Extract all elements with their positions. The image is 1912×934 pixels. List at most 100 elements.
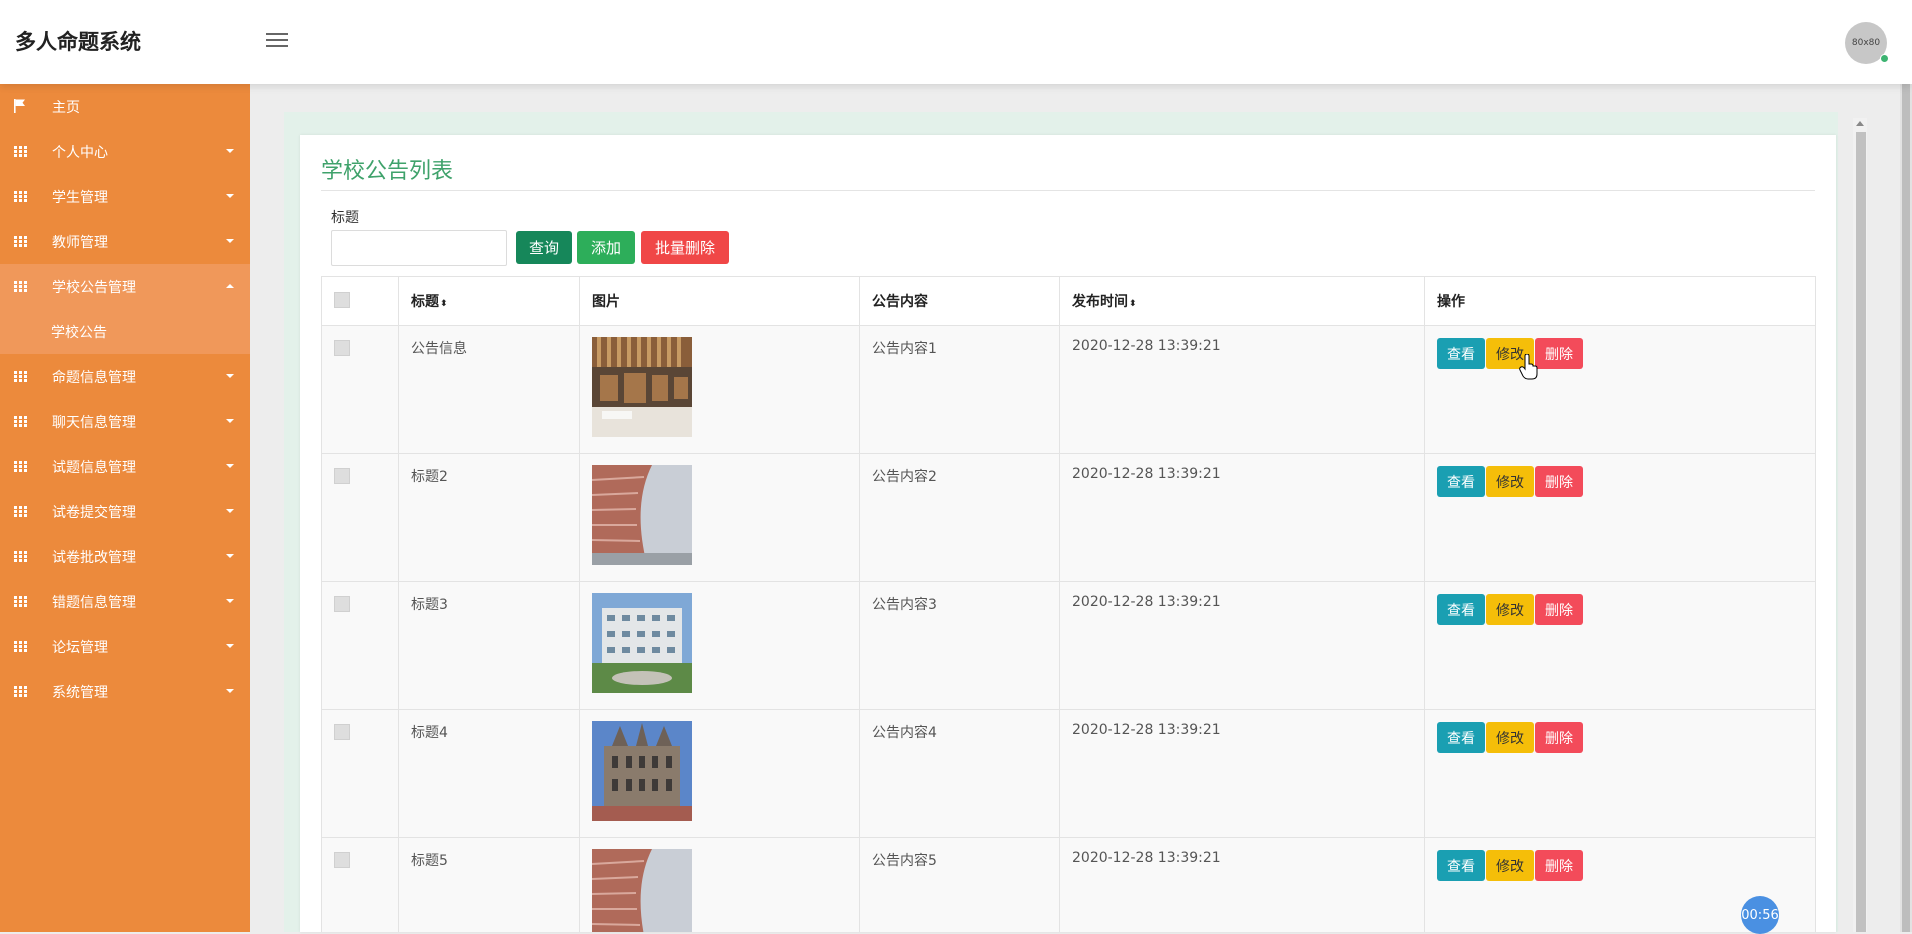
announcement-list-card: 学校公告列表 标题 查询 添加 批量删除 标题⬍ 图片 公告内容 发布时间⬍ 操…: [300, 135, 1836, 932]
grid-icon: [14, 641, 27, 652]
library-interior-image[interactable]: [592, 337, 692, 437]
sidebar-item-label: 试卷批改管理: [52, 549, 136, 566]
sidebar-item-students[interactable]: 学生管理: [0, 174, 250, 219]
add-button[interactable]: 添加: [577, 231, 635, 264]
chevron-down-icon: [226, 644, 234, 648]
menu-toggle-icon[interactable]: [266, 30, 288, 52]
sidebar-subitem-school-announcement[interactable]: 学校公告: [0, 309, 250, 354]
edit-button[interactable]: 修改: [1486, 466, 1534, 497]
chevron-down-icon: [226, 419, 234, 423]
time-cell: 2020-12-28 13:39:21: [1059, 709, 1425, 838]
select-all-header: [321, 276, 399, 326]
scroll-thumb[interactable]: [1856, 132, 1866, 932]
title-divider: [321, 190, 1815, 191]
sidebar-item-forum[interactable]: 论坛管理: [0, 624, 250, 669]
delete-button[interactable]: 删除: [1535, 722, 1583, 753]
chevron-down-icon: [226, 464, 234, 468]
scroll-up-arrow-icon[interactable]: [1856, 121, 1864, 126]
timer-badge: 00:56: [1741, 896, 1779, 934]
sort-icon: ⬍: [1129, 299, 1137, 309]
search-title-input[interactable]: [331, 230, 507, 266]
grid-icon: [14, 596, 27, 607]
sidebar-item-system[interactable]: 系统管理: [0, 669, 250, 714]
flag-icon: [14, 99, 25, 113]
sidebar-item-personal-center[interactable]: 个人中心: [0, 129, 250, 174]
view-button[interactable]: 查看: [1437, 722, 1485, 753]
view-button[interactable]: 查看: [1437, 466, 1485, 497]
grid-icon: [14, 551, 27, 562]
title-cell: 标题3: [398, 581, 580, 710]
edit-button[interactable]: 修改: [1486, 850, 1534, 881]
sidebar-item-paper-grading[interactable]: 试卷批改管理: [0, 534, 250, 579]
time-cell: 2020-12-28 13:39:21: [1059, 453, 1425, 582]
query-button[interactable]: 查询: [516, 231, 572, 264]
sidebar-item-label: 个人中心: [52, 144, 108, 161]
grid-icon: [14, 686, 27, 697]
page-title: 学校公告列表: [321, 159, 454, 184]
content-cell: 公告内容4: [859, 709, 1060, 838]
title-cell: 标题5: [398, 837, 580, 932]
content-scrollbar[interactable]: [1853, 118, 1867, 932]
sidebar-item-wrong-questions[interactable]: 错题信息管理: [0, 579, 250, 624]
column-header-title[interactable]: 标题⬍: [398, 276, 580, 326]
delete-button[interactable]: 删除: [1535, 466, 1583, 497]
time-cell: 2020-12-28 13:39:21: [1059, 325, 1425, 454]
sidebar-item-chat-info[interactable]: 聊天信息管理: [0, 399, 250, 444]
column-header-image: 图片: [579, 276, 860, 326]
select-all-checkbox[interactable]: [334, 292, 350, 308]
content-cell: 公告内容5: [859, 837, 1060, 932]
table-row: 标题2 公告内容2 2020-12-28 13:39:21 查看 修改 删除: [321, 453, 1816, 582]
delete-button[interactable]: 删除: [1535, 594, 1583, 625]
sidebar: 主页 个人中心 学生管理 教师管理 学校公告管理 学校公告 命题信息管理 聊天信…: [0, 84, 250, 932]
column-header-actions: 操作: [1424, 276, 1816, 326]
title-cell: 标题4: [398, 709, 580, 838]
delete-button[interactable]: 删除: [1535, 850, 1583, 881]
sidebar-item-label: 聊天信息管理: [52, 414, 136, 431]
sidebar-item-announcements[interactable]: 学校公告管理: [0, 264, 250, 309]
row-checkbox[interactable]: [334, 596, 350, 612]
chevron-down-icon: [226, 194, 234, 198]
sidebar-item-proposition-info[interactable]: 命题信息管理: [0, 354, 250, 399]
grid-icon: [14, 146, 27, 157]
content-cell: 公告内容2: [859, 453, 1060, 582]
sidebar-item-paper-submission[interactable]: 试卷提交管理: [0, 489, 250, 534]
sidebar-item-teachers[interactable]: 教师管理: [0, 219, 250, 264]
column-header-time[interactable]: 发布时间⬍: [1059, 276, 1425, 326]
sidebar-item-question-info[interactable]: 试题信息管理: [0, 444, 250, 489]
table-header-row: 标题⬍ 图片 公告内容 发布时间⬍ 操作: [321, 276, 1816, 326]
row-checkbox[interactable]: [334, 852, 350, 868]
row-select-cell: [321, 581, 399, 710]
sidebar-item-home[interactable]: 主页: [0, 84, 250, 129]
sidebar-item-label: 系统管理: [52, 684, 108, 701]
edit-button[interactable]: 修改: [1486, 594, 1534, 625]
title-cell: 公告信息: [398, 325, 580, 454]
sidebar-item-label: 错题信息管理: [52, 594, 136, 611]
table-row: 标题3 公告内容3 2020-12-28 13:39:21 查看 修改 删除: [321, 581, 1816, 710]
batch-delete-button[interactable]: 批量删除: [641, 231, 729, 264]
row-checkbox[interactable]: [334, 724, 350, 740]
sidebar-item-label: 命题信息管理: [52, 369, 136, 386]
page-scrollbar[interactable]: [1900, 56, 1912, 932]
image-cell: [579, 581, 860, 710]
title-cell: 标题2: [398, 453, 580, 582]
content-cell: 公告内容1: [859, 325, 1060, 454]
campus-building-image[interactable]: [592, 593, 692, 693]
page-scroll-thumb[interactable]: [1902, 56, 1910, 932]
row-checkbox[interactable]: [334, 340, 350, 356]
row-checkbox[interactable]: [334, 468, 350, 484]
sidebar-item-label: 试卷提交管理: [52, 504, 136, 521]
sidebar-item-label: 主页: [52, 99, 80, 116]
gothic-building-image[interactable]: [592, 721, 692, 821]
view-button[interactable]: 查看: [1437, 594, 1485, 625]
image-cell: [579, 453, 860, 582]
sidebar-item-label: 学生管理: [52, 189, 108, 206]
curved-building-image[interactable]: [591, 465, 692, 565]
view-button[interactable]: 查看: [1437, 338, 1485, 369]
edit-button[interactable]: 修改: [1486, 722, 1534, 753]
curved-building-image[interactable]: [591, 849, 692, 932]
sidebar-item-label: 学校公告管理: [52, 279, 136, 296]
view-button[interactable]: 查看: [1437, 850, 1485, 881]
chevron-up-icon: [226, 284, 234, 288]
delete-button[interactable]: 删除: [1535, 338, 1583, 369]
top-header: 多人命题系统 80x80: [0, 0, 1912, 84]
